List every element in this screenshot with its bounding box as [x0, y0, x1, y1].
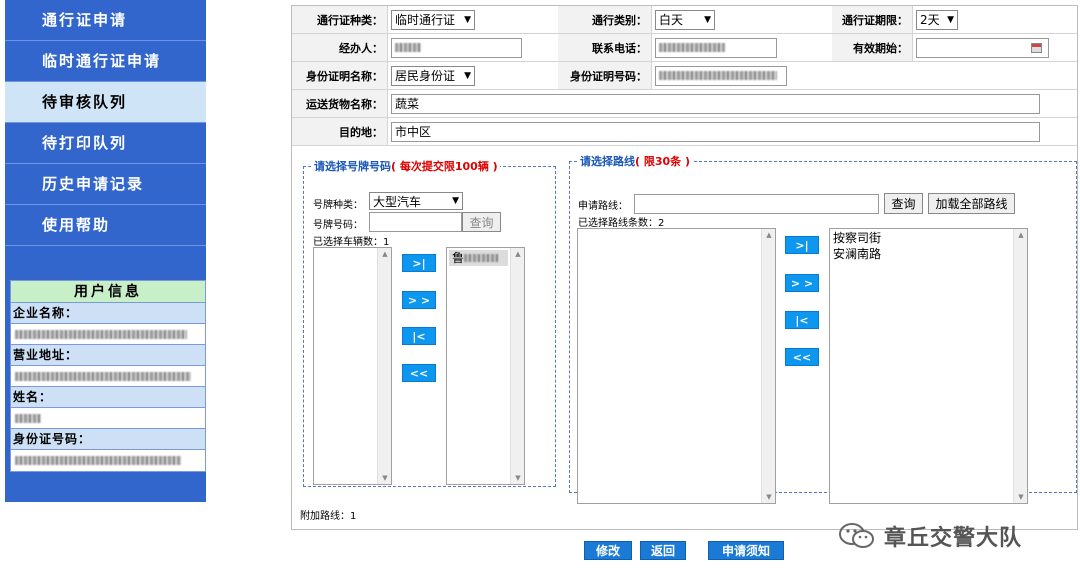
plate-selection-legend: 请选择号牌号码( 每次提交限100辆 ) [314, 160, 498, 173]
plate-selection-group: 请选择号牌号码( 每次提交限100辆 ) 号牌种类： 大型汽车 ▼ 号牌号码： 查… [303, 158, 556, 487]
valid-start-label: 有效期始： [832, 34, 913, 61]
plate-type-select[interactable]: 大型汽车 ▼ [369, 192, 463, 210]
application-form: 通行证种类： 临时通行证 ▼ 通行类别： 白天 ▼ 通行证期限： 2天 ▼ 经办人： … [291, 5, 1078, 530]
form-row-id: 身份证明名称： 居民身份证 ▼ 身份证明号码： [292, 62, 1077, 90]
watermark-text: 章丘交警大队 [884, 526, 1023, 551]
sidebar-item-help[interactable]: 使用帮助 [5, 205, 206, 246]
company-name-label: 企业名称： [11, 303, 205, 324]
scrollbar[interactable]: ▲ ▼ [510, 248, 524, 484]
scroll-down-icon[interactable]: ▼ [762, 493, 776, 501]
sidebar-item-pass-apply[interactable]: 通行证申请 [5, 0, 206, 41]
route-selection-group: 请选择路线( 限30条 ) 申请路线： 查询 加载全部路线 已选择路线条数：2 … [569, 153, 1077, 504]
pass-type-select[interactable]: 临时通行证 ▼ [391, 9, 475, 30]
sidebar-item-print-queue[interactable]: 待打印队列 [5, 123, 206, 164]
plate-query-button[interactable]: 查询 [462, 212, 501, 232]
sidebar-item-temp-pass-apply[interactable]: 临时通行证申请 [5, 41, 206, 82]
id-number-value [11, 450, 205, 471]
travel-type-select[interactable]: 白天 ▼ [655, 9, 715, 30]
wechat-icon [839, 523, 874, 548]
dropdown-arrow-icon: ▼ [464, 70, 471, 81]
company-name-value [11, 324, 205, 345]
selected-route-count: 已选择路线条数：2 [578, 218, 665, 229]
list-item[interactable]: 安澜南路 [830, 246, 1027, 262]
available-routes-list[interactable]: ▲ ▼ [577, 228, 776, 504]
selected-routes-list[interactable]: 按察司街 安澜南路 ▲ ▼ [829, 228, 1028, 504]
list-item[interactable]: 按察司街 [830, 230, 1027, 246]
move-all-plates-button[interactable]: > > [402, 291, 436, 309]
scrollbar[interactable]: ▲ ▼ [1013, 229, 1027, 503]
scroll-up-icon[interactable]: ▲ [762, 231, 776, 239]
destination-input[interactable]: 市中区 [391, 121, 1040, 142]
scroll-down-icon[interactable]: ▼ [378, 474, 392, 482]
dropdown-arrow-icon: ▼ [704, 14, 711, 25]
form-row-contact: 经办人： 联系电话： 有效期始： [292, 34, 1077, 62]
selected-plates-list[interactable]: 鲁 ▲ ▼ [446, 247, 525, 485]
sidebar-item-history[interactable]: 历史申请记录 [5, 164, 206, 205]
remove-all-plates-button[interactable]: << [402, 364, 436, 382]
handler-label: 经办人： [292, 34, 388, 61]
application-notice-button[interactable]: 申请须知 [708, 541, 784, 560]
watermark: 章丘交警大队 [838, 520, 1022, 552]
load-all-routes-button[interactable]: 加载全部路线 [928, 193, 1015, 214]
remove-all-routes-button[interactable]: << [785, 348, 819, 366]
dropdown-arrow-icon: ▼ [464, 14, 471, 25]
user-name-label: 姓名： [11, 387, 205, 408]
remove-selected-plate-button[interactable]: |< [402, 327, 436, 345]
scroll-up-icon[interactable]: ▲ [378, 250, 392, 258]
scroll-down-icon[interactable]: ▼ [1014, 493, 1028, 501]
plate-no-label: 号牌号码： [313, 220, 363, 231]
route-search-input[interactable] [634, 194, 879, 214]
move-all-routes-button[interactable]: > > [785, 274, 819, 292]
travel-type-label: 通行类别： [558, 6, 652, 33]
plate-type-label: 号牌种类： [313, 200, 363, 211]
dropdown-arrow-icon: ▼ [947, 14, 954, 25]
move-selected-route-button[interactable]: >| [785, 236, 819, 254]
id-number-input[interactable] [655, 65, 787, 86]
form-row-destination: 目的地： 市中区 [292, 118, 1077, 146]
form-row-cargo: 运送货物名称： 蔬菜 [292, 90, 1077, 118]
phone-input[interactable] [655, 37, 777, 58]
dropdown-arrow-icon: ▼ [452, 196, 459, 206]
business-address-value [11, 366, 205, 387]
plate-no-input[interactable] [369, 212, 462, 232]
calendar-icon[interactable] [1031, 42, 1042, 53]
id-number-label: 身份证明号码： [558, 62, 652, 89]
sidebar-item-review-queue[interactable]: 待审核队列 [5, 82, 206, 123]
scroll-up-icon[interactable]: ▲ [511, 250, 525, 258]
period-label: 通行证期限： [832, 6, 913, 33]
id-doc-select[interactable]: 居民身份证 ▼ [391, 65, 475, 86]
id-doc-label: 身份证明名称： [292, 62, 388, 89]
period-select[interactable]: 2天 ▼ [916, 9, 958, 30]
modify-button[interactable]: 修改 [584, 541, 632, 560]
cargo-label: 运送货物名称： [292, 90, 388, 117]
route-query-button[interactable]: 查询 [884, 193, 923, 214]
user-info-title: 用户信息 [11, 281, 205, 303]
list-item[interactable]: 鲁 [449, 250, 508, 266]
id-number-label: 身份证号码： [11, 429, 205, 450]
back-button[interactable]: 返回 [640, 541, 686, 560]
user-name-value [11, 408, 205, 429]
form-row-pass-info: 通行证种类： 临时通行证 ▼ 通行类别： 白天 ▼ 通行证期限： 2天 ▼ [292, 6, 1077, 34]
apply-route-label: 申请路线： [578, 201, 628, 212]
scrollbar[interactable]: ▲ ▼ [761, 229, 775, 503]
user-info-panel: 用户信息 企业名称： 营业地址： 姓名： 身份证号码： [10, 280, 206, 472]
available-plates-list[interactable]: ▲ ▼ [313, 247, 392, 485]
extra-route-count: 附加路线：1 [300, 511, 357, 522]
handler-input[interactable] [391, 37, 522, 58]
business-address-label: 营业地址： [11, 345, 205, 366]
scroll-down-icon[interactable]: ▼ [511, 474, 525, 482]
route-selection-legend: 请选择路线( 限30条 ) [580, 155, 691, 168]
scroll-up-icon[interactable]: ▲ [1014, 231, 1028, 239]
pass-type-label: 通行证种类： [292, 6, 388, 33]
destination-label: 目的地： [292, 118, 388, 145]
sidebar: 通行证申请 临时通行证申请 待审核队列 待打印队列 历史申请记录 使用帮助 用户… [5, 0, 206, 502]
remove-selected-route-button[interactable]: |< [785, 311, 819, 329]
move-selected-plate-button[interactable]: >| [402, 254, 436, 272]
scrollbar[interactable]: ▲ ▼ [377, 248, 391, 484]
cargo-input[interactable]: 蔬菜 [391, 93, 1040, 114]
phone-label: 联系电话： [558, 34, 652, 61]
valid-start-input[interactable] [916, 37, 1049, 58]
selected-vehicle-count: 已选择车辆数：1 [313, 237, 390, 248]
